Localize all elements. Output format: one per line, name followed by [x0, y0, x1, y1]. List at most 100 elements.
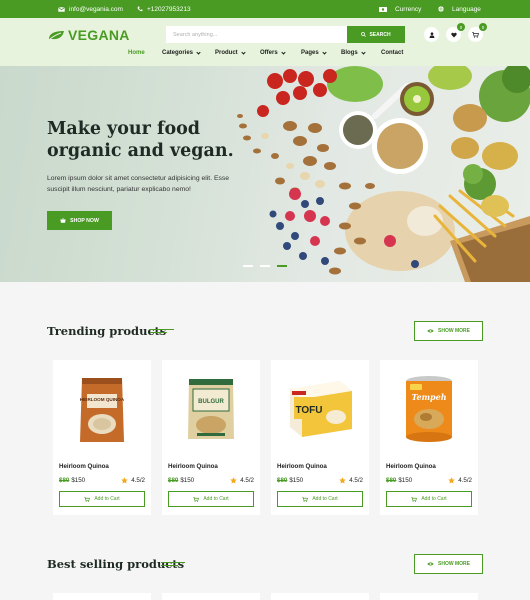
- old-price: $80: [386, 477, 397, 484]
- svg-text:HEIRLOOM QUINOA: HEIRLOOM QUINOA: [80, 397, 125, 402]
- cart-icon: [472, 31, 479, 38]
- add-to-cart-button[interactable]: Add to Cart: [277, 491, 363, 507]
- leaf-logo-icon: [49, 30, 64, 39]
- title-underline-decoration: [161, 562, 185, 567]
- heart-icon: [450, 32, 457, 37]
- cart-icon: [302, 496, 309, 502]
- star-icon: [339, 477, 347, 484]
- shop-now-label: SHOP NOW: [70, 217, 99, 224]
- nav-pages[interactable]: Pages: [301, 49, 327, 56]
- trending-title: Trending products: [47, 324, 167, 338]
- current-price: $150: [398, 477, 413, 484]
- old-price: $80: [59, 477, 70, 484]
- phone-icon: [137, 6, 143, 12]
- product-rating: 4.5/2: [121, 477, 145, 484]
- cart-count-badge: 0: [479, 23, 487, 31]
- product-card[interactable]: [53, 593, 151, 600]
- globe-icon: [438, 6, 444, 12]
- language-selector[interactable]: Language: [438, 0, 481, 18]
- svg-text:Tempeh: Tempeh: [411, 392, 446, 402]
- search-icon: [361, 32, 367, 37]
- email-link[interactable]: info@vegania.com: [58, 0, 123, 18]
- product-name[interactable]: Heirloom Quinoa: [59, 463, 109, 470]
- chevron-down-icon: [241, 49, 246, 55]
- chevron-down-icon: [361, 49, 366, 55]
- account-button[interactable]: [424, 27, 439, 42]
- main-nav: Home Categories Product Offers Pages Blo…: [0, 49, 530, 62]
- product-rating: 4.5/2: [339, 477, 363, 484]
- chevron-down-icon: [196, 49, 201, 55]
- star-icon: [448, 477, 456, 484]
- logo[interactable]: VEGANA: [48, 27, 130, 43]
- search-button-label: SEARCH: [369, 31, 391, 38]
- current-price: $150: [289, 477, 304, 484]
- product-image: BULGUR: [162, 368, 260, 448]
- product-card[interactable]: HEIRLOOM QUINOA Heirloom Quinoa $80 $150…: [53, 360, 151, 515]
- add-to-cart-button[interactable]: Add to Cart: [168, 491, 254, 507]
- product-image: Tempeh: [380, 368, 478, 448]
- best-selling-show-more-button[interactable]: SHOW MORE: [414, 554, 483, 574]
- add-to-cart-button[interactable]: Add to Cart: [59, 491, 145, 507]
- current-price: $150: [71, 477, 86, 484]
- user-icon: [429, 31, 434, 38]
- nav-offers[interactable]: Offers: [260, 49, 286, 56]
- product-price: $80 $150: [168, 477, 194, 484]
- product-price: $80 $150: [59, 477, 85, 484]
- eye-icon: [427, 329, 434, 333]
- product-name[interactable]: Heirloom Quinoa: [386, 463, 436, 470]
- carousel-dot-active[interactable]: [277, 265, 287, 267]
- old-price: $80: [277, 477, 288, 484]
- product-name[interactable]: Heirloom Quinoa: [277, 463, 327, 470]
- phone-link[interactable]: +12027953213: [137, 0, 191, 18]
- carousel-dot[interactable]: [260, 265, 270, 267]
- product-image: HEIRLOOM QUINOA: [53, 368, 151, 448]
- hero-title: Make your food organic and vegan.: [47, 119, 234, 161]
- product-rating: 4.5/2: [230, 477, 254, 484]
- wishlist-count-badge: 0: [457, 23, 465, 31]
- add-to-cart-button[interactable]: Add to Cart: [386, 491, 472, 507]
- email-text: info@vegania.com: [69, 5, 123, 13]
- svg-text:TOFU: TOFU: [295, 405, 322, 416]
- product-card[interactable]: [380, 593, 478, 600]
- nav-categories[interactable]: Categories: [162, 49, 201, 56]
- carousel-dot[interactable]: [243, 265, 253, 267]
- product-card[interactable]: BULGUR Heirloom Quinoa $80 $150 4.5/2 Ad…: [162, 360, 260, 515]
- nav-product[interactable]: Product: [215, 49, 246, 56]
- product-image: TOFU: [271, 368, 369, 448]
- product-card[interactable]: [271, 593, 369, 600]
- wishlist-button[interactable]: 0: [446, 23, 465, 42]
- cart-icon: [84, 496, 91, 502]
- trending-show-more-button[interactable]: SHOW MORE: [414, 321, 483, 341]
- product-card[interactable]: Tempeh Heirloom Quinoa $80 $150 4.5/2 Ad…: [380, 360, 478, 515]
- product-price: $80 $150: [386, 477, 412, 484]
- search-button[interactable]: SEARCH: [347, 26, 405, 43]
- cart-button[interactable]: 0: [468, 23, 487, 42]
- search-bar: SEARCH: [166, 26, 405, 43]
- eye-icon: [427, 562, 434, 566]
- product-card[interactable]: [162, 593, 260, 600]
- cart-icon: [193, 496, 200, 502]
- hero-description: Lorem ipsum dolor sit amet consectetur a…: [47, 175, 230, 193]
- language-label: Language: [452, 5, 481, 13]
- top-bar: info@vegania.com +12027953213 Currency L…: [0, 0, 530, 18]
- phone-text: +12027953213: [147, 5, 191, 13]
- cart-icon: [411, 496, 418, 502]
- nav-contact[interactable]: Contact: [381, 50, 403, 56]
- nav-blogs[interactable]: Blogs: [341, 49, 366, 56]
- svg-text:BULGUR: BULGUR: [198, 399, 224, 405]
- nav-home[interactable]: Home: [128, 50, 145, 56]
- product-card[interactable]: TOFU Heirloom Quinoa $80 $150 4.5/2 Add …: [271, 360, 369, 515]
- header: VEGANA SEARCH 0 0 Home Categories Produc…: [0, 18, 530, 66]
- currency-icon: [379, 6, 387, 12]
- product-rating: 4.5/2: [448, 477, 472, 484]
- product-name[interactable]: Heirloom Quinoa: [168, 463, 218, 470]
- search-input[interactable]: [166, 26, 347, 43]
- hero-banner: Make your food organic and vegan. Lorem …: [0, 66, 530, 282]
- carousel-dots: [243, 265, 287, 267]
- logo-text: VEGANA: [68, 27, 130, 43]
- star-icon: [230, 477, 238, 484]
- currency-selector[interactable]: Currency: [379, 0, 421, 18]
- chevron-down-icon: [281, 49, 286, 55]
- shop-now-button[interactable]: SHOP NOW: [47, 211, 112, 230]
- old-price: $80: [168, 477, 179, 484]
